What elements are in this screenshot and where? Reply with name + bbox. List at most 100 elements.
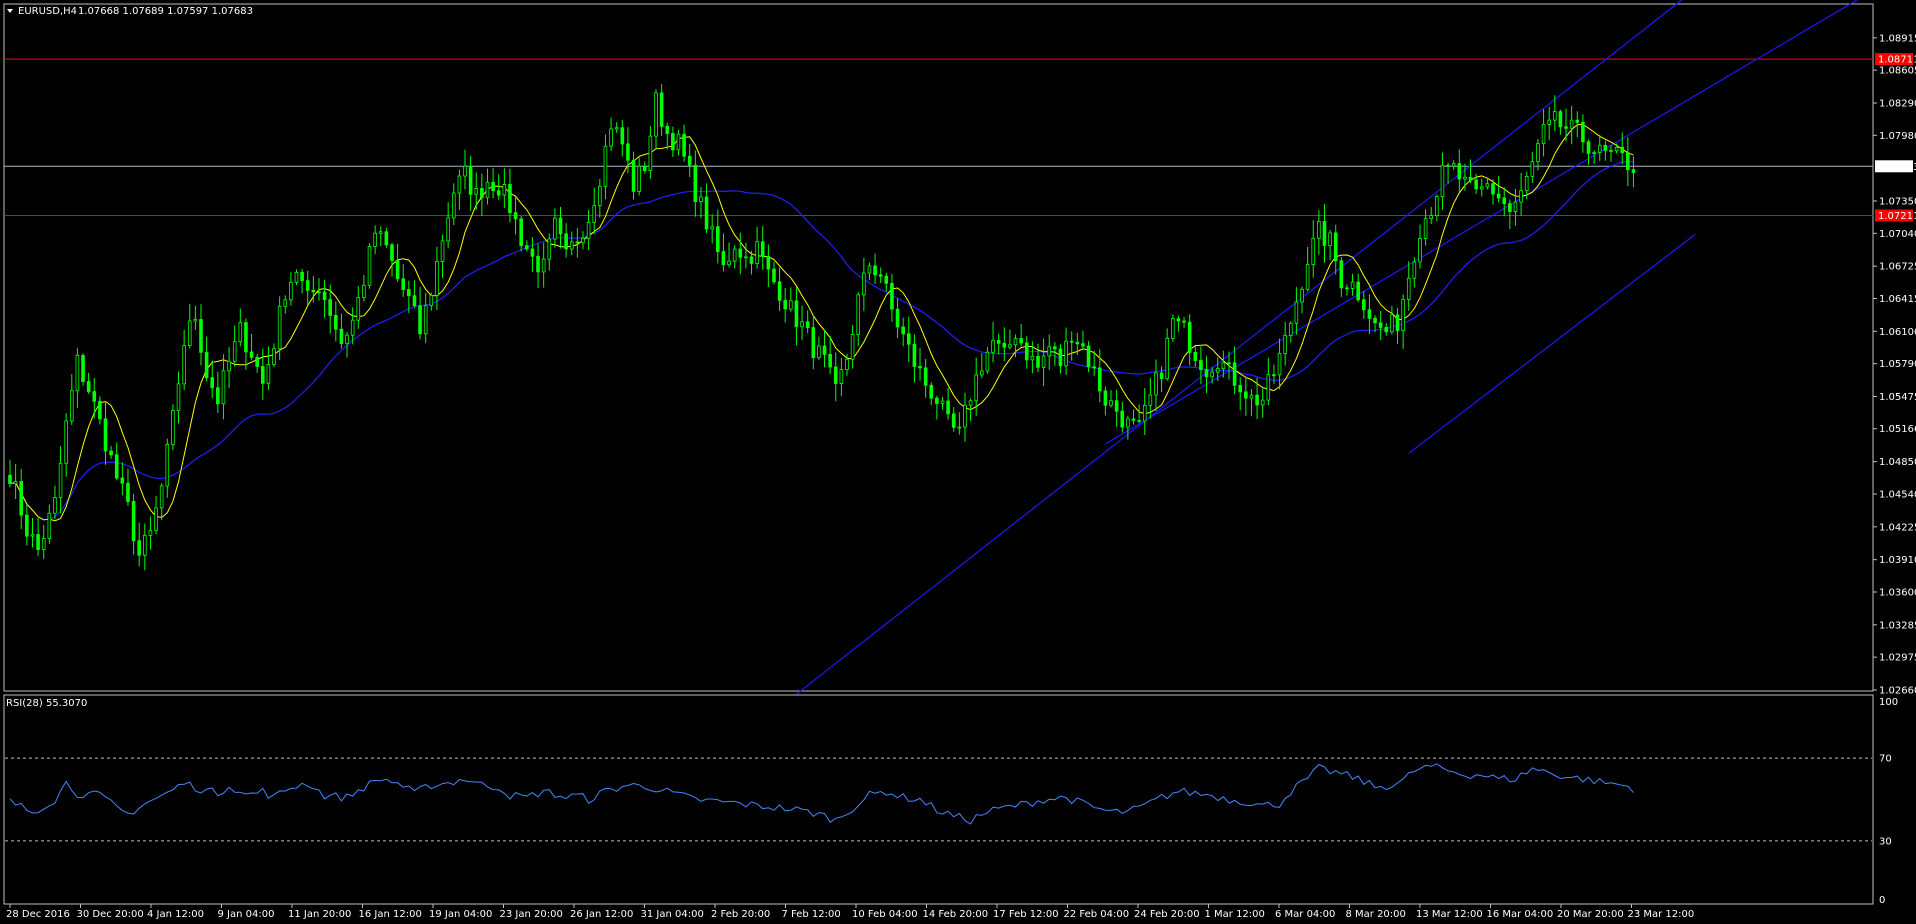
candle-body: [1097, 367, 1102, 392]
candle-body: [457, 175, 462, 194]
symbol-label: EURUSD,H4: [18, 6, 77, 17]
candle-body: [1541, 124, 1546, 145]
chart-window[interactable]: 1.08915 1.08605 1.08290 1.07980 1.07350 1.070…: [0, 0, 1916, 924]
candle-body: [109, 450, 113, 456]
candle-body: [738, 248, 743, 258]
candle-body: [1362, 299, 1366, 311]
candle-body: [159, 485, 164, 509]
candle-body: [665, 125, 670, 134]
candle-body: [671, 133, 675, 151]
hline-price-tag: 1.08711: [1875, 53, 1916, 66]
candle-body: [423, 305, 428, 335]
rsi-tick-label: 30: [1879, 836, 1892, 847]
candle-body: [1255, 394, 1259, 406]
candle-body: [418, 305, 422, 335]
time-tick-label: 13 Mar 12:00: [1416, 909, 1483, 920]
hline-price-tag-text: 1.07211: [1878, 211, 1916, 222]
current-price-tag-text: 1.07683: [1878, 162, 1916, 173]
candle-body: [1519, 190, 1523, 203]
candle-body: [1204, 369, 1209, 378]
candle-body: [716, 226, 720, 253]
candle-body: [1013, 338, 1018, 346]
candle-body: [204, 351, 209, 379]
hline-price-tag-text: 1.08711: [1878, 55, 1916, 66]
candle-body: [317, 291, 321, 294]
candle-body: [463, 165, 467, 177]
candle-body: [289, 281, 293, 301]
candle-body: [1249, 394, 1254, 399]
candle-body: [1468, 176, 1473, 181]
candle-body: [131, 501, 136, 542]
candle-body: [103, 418, 108, 452]
candle-body: [727, 260, 731, 266]
candle-body: [1603, 144, 1608, 151]
candle-body: [1339, 260, 1344, 289]
time-tick-label: 11 Jan 20:00: [288, 909, 351, 920]
candle-body: [968, 400, 973, 406]
price-tick-label: 1.08915: [1879, 33, 1916, 44]
candle-body: [1435, 196, 1439, 216]
candle-body: [901, 326, 905, 335]
candle-body: [154, 507, 158, 531]
candle-body: [1378, 322, 1383, 328]
candle-body: [626, 143, 630, 161]
time-tick-label: 10 Feb 04:00: [852, 909, 918, 920]
price-tick-label: 1.07980: [1879, 131, 1916, 142]
price-tick-label: 1.04850: [1879, 457, 1916, 468]
candle-body: [1081, 343, 1085, 347]
candle-body: [1575, 119, 1580, 123]
candle-body: [755, 241, 759, 264]
candle-body: [1008, 344, 1012, 348]
price-tick-label: 1.05475: [1879, 392, 1916, 403]
rsi-tick-label: 70: [1879, 754, 1892, 765]
candle-body: [1283, 335, 1287, 354]
candle-body: [541, 258, 546, 273]
candle-body: [637, 165, 641, 192]
candle-body: [1614, 146, 1619, 152]
candle-body: [1463, 176, 1467, 180]
candle-body: [53, 497, 57, 514]
candle-body: [1165, 337, 1169, 380]
symbol-header[interactable]: EURUSD,H4 1.07668 1.07689 1.07597 1.0768…: [7, 6, 253, 17]
candle-body: [47, 512, 52, 539]
time-tick-label: 7 Feb 12:00: [781, 909, 840, 920]
candle-body: [283, 299, 288, 307]
candle-body: [98, 400, 102, 420]
candle-body: [659, 92, 664, 127]
candle-body: [69, 390, 74, 422]
price-tick-label: 1.06100: [1879, 327, 1916, 338]
candle-body: [1002, 342, 1007, 348]
candle-body: [485, 181, 490, 199]
candle-body: [1187, 321, 1192, 353]
candle-body: [294, 271, 299, 283]
price-tick-label: 1.05166: [1879, 424, 1916, 435]
candle-body: [1390, 314, 1394, 333]
candle-body: [530, 248, 535, 257]
candle-body: [114, 454, 119, 479]
candle-body: [536, 255, 540, 273]
candle-body: [1474, 179, 1478, 190]
candle-body: [1137, 419, 1141, 422]
candle-body: [1109, 400, 1113, 406]
time-tick-label: 17 Feb 12:00: [993, 909, 1059, 920]
ohlc-values: 1.07668 1.07689 1.07597 1.07683: [78, 6, 253, 17]
chart-background: [0, 0, 1916, 924]
candle-body: [525, 245, 529, 250]
candle-body: [1547, 119, 1551, 125]
candle-body: [373, 232, 377, 247]
candle-body: [1024, 342, 1029, 361]
candle-body: [699, 196, 703, 202]
candle-body: [1496, 193, 1501, 199]
candle-body: [721, 251, 726, 266]
candle-body: [1131, 418, 1136, 421]
candle-body: [339, 328, 344, 344]
candle-body: [1322, 221, 1327, 246]
candle-body: [890, 282, 894, 310]
candle-body: [1210, 371, 1214, 378]
candle-body: [1328, 232, 1332, 246]
candle-body: [794, 300, 799, 328]
time-tick-label: 14 Feb 20:00: [922, 909, 988, 920]
time-tick-label: 22 Feb 04:00: [1063, 909, 1129, 920]
candle-body: [328, 299, 332, 316]
candle-body: [1491, 183, 1495, 195]
